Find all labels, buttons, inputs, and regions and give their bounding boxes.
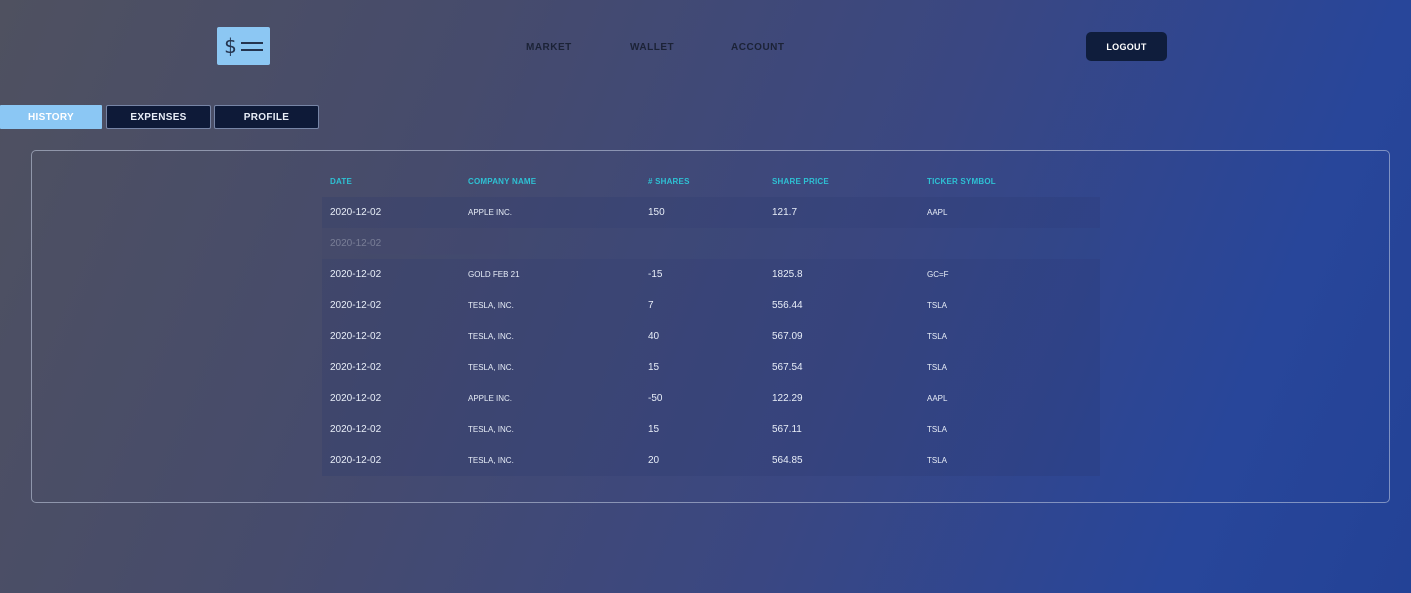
cell-date: 2020-12-02: [330, 362, 382, 373]
nav-market[interactable]: MARKET: [526, 42, 572, 53]
column-header-company-name[interactable]: COMPANY NAME: [468, 166, 536, 197]
cell-ticker: TSLA: [927, 456, 948, 465]
cell-date: 2020-12-02: [330, 300, 382, 311]
cell-shares: 150: [648, 207, 665, 218]
cell-shares: 15: [648, 362, 660, 373]
table-row[interactable]: 2020-12-02 TESLA, INC. 40 567.09 TSLA: [322, 321, 1100, 352]
cell-price: 567.54: [772, 362, 803, 373]
dollar-sign-glyph: $: [224, 34, 237, 58]
table-row[interactable]: 2020-12-02 APPLE INC. 150 121.7 AAPL: [322, 197, 1100, 228]
cell-shares: 40: [648, 331, 660, 342]
table-row[interactable]: 2020-12-02 TESLA, INC. 15 567.11 TSLA: [322, 414, 1100, 445]
cell-shares: -50: [648, 393, 663, 404]
column-header-date[interactable]: DATE: [330, 166, 352, 197]
cell-price: 122.29: [772, 393, 803, 404]
cell-price: 121.7: [772, 207, 798, 218]
cell-price: 567.09: [772, 331, 803, 342]
table-header: DATE COMPANY NAME # SHARES SHARE PRICE T…: [322, 166, 1100, 197]
nav-account[interactable]: ACCOUNT: [731, 42, 785, 53]
table-row[interactable]: 2020-12-02: [322, 228, 1100, 259]
cell-shares: 15: [648, 424, 660, 435]
cell-price: 564.85: [772, 455, 803, 466]
cell-ticker: TSLA: [927, 301, 948, 310]
table-row[interactable]: 2020-12-02 TESLA, INC. 7 556.44 TSLA: [322, 290, 1100, 321]
cell-ticker: TSLA: [927, 332, 948, 341]
cell-date: 2020-12-02: [330, 455, 382, 466]
cell-company: TESLA, INC.: [468, 425, 514, 434]
table-row[interactable]: 2020-12-02 TESLA, INC. 15 567.54 TSLA: [322, 352, 1100, 383]
cell-shares: 7: [648, 300, 654, 311]
cell-ticker: TSLA: [927, 363, 948, 372]
cell-price: 556.44: [772, 300, 803, 311]
cell-date: 2020-12-02: [330, 269, 382, 280]
cell-company: APPLE INC.: [468, 394, 513, 403]
cell-date: 2020-12-02: [330, 238, 382, 249]
bill-lines: [240, 41, 263, 51]
cell-company: TESLA, INC.: [468, 363, 514, 372]
nav-wallet[interactable]: WALLET: [630, 42, 674, 53]
table-row[interactable]: 2020-12-02 APPLE INC. -50 122.29 AAPL: [322, 383, 1100, 414]
cell-ticker: AAPL: [927, 394, 948, 403]
cell-price: 567.11: [772, 424, 802, 435]
history-table: DATE COMPANY NAME # SHARES SHARE PRICE T…: [322, 166, 1100, 476]
cell-date: 2020-12-02: [330, 424, 382, 435]
cell-ticker: AAPL: [927, 208, 948, 217]
cell-company: TESLA, INC.: [468, 301, 514, 310]
logout-button[interactable]: LOGOUT: [1086, 32, 1167, 61]
cell-company: TESLA, INC.: [468, 456, 514, 465]
cell-ticker: GC=F: [927, 270, 949, 279]
column-header-shares[interactable]: # SHARES: [648, 166, 690, 197]
cell-date: 2020-12-02: [330, 393, 382, 404]
cell-date: 2020-12-02: [330, 207, 382, 218]
column-header-ticker-symbol[interactable]: TICKER SYMBOL: [927, 166, 996, 197]
cell-company: TESLA, INC.: [468, 332, 514, 341]
cell-company: GOLD FEB 21: [468, 270, 520, 279]
logo-dollar-bill-icon[interactable]: $: [217, 27, 270, 65]
column-header-share-price[interactable]: SHARE PRICE: [772, 166, 829, 197]
cell-shares: 20: [648, 455, 660, 466]
table-row[interactable]: 2020-12-02 GOLD FEB 21 -15 1825.8 GC=F: [322, 259, 1100, 290]
cell-ticker: TSLA: [927, 425, 948, 434]
cell-date: 2020-12-02: [330, 331, 382, 342]
table-row[interactable]: 2020-12-02 TESLA, INC. 20 564.85 TSLA: [322, 445, 1100, 476]
tab-expenses[interactable]: EXPENSES: [106, 105, 211, 129]
cell-shares: -15: [648, 269, 663, 280]
tab-history[interactable]: HISTORY: [0, 105, 102, 129]
tab-profile[interactable]: PROFILE: [214, 105, 319, 129]
cell-company: APPLE INC.: [468, 208, 513, 217]
cell-price: 1825.8: [772, 269, 803, 280]
